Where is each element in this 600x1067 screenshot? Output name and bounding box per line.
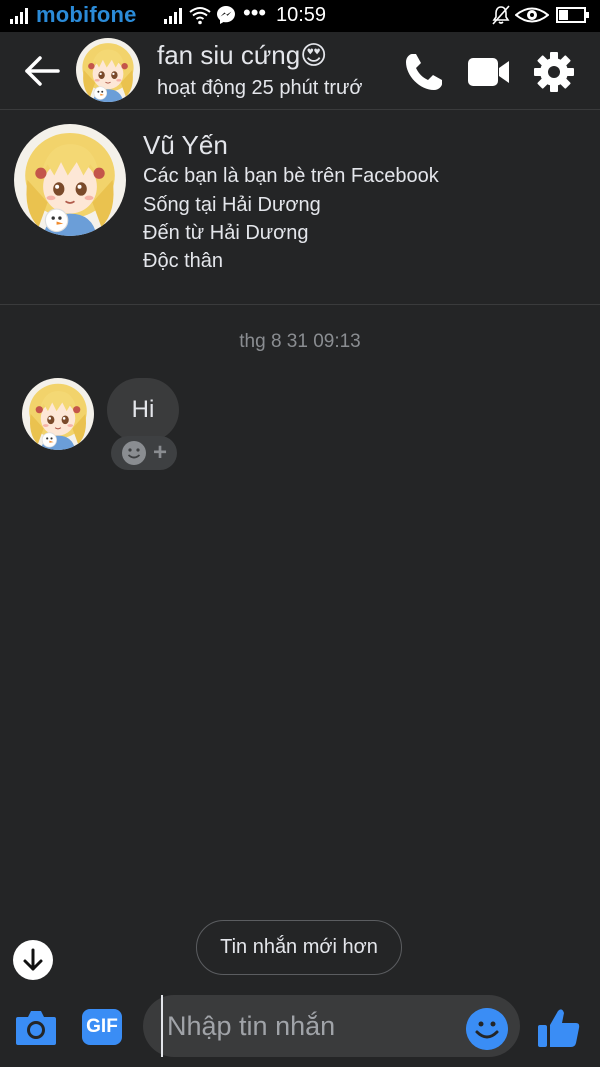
clock: 10:59: [276, 4, 327, 26]
carrier-name: mobifone: [36, 2, 137, 27]
profile-lives-in: Sống tại Hải Dương: [143, 194, 321, 216]
conversation-header: fan siu cứng😍 hoạt động 25 phút trướ: [0, 32, 600, 110]
profile-name: Vũ Yến: [143, 130, 228, 160]
smiley-icon: [121, 441, 146, 465]
back-arrow-icon[interactable]: [22, 54, 62, 88]
mute-bell-icon: [492, 5, 510, 25]
scroll-down-button[interactable]: [13, 940, 53, 980]
profile-from: Đến từ Hải Dương: [143, 222, 309, 244]
battery-icon: [556, 7, 589, 23]
contact-name[interactable]: fan siu cứng😍: [157, 40, 327, 71]
active-status: hoạt động 25 phút trướ: [157, 77, 363, 99]
eye-icon: [515, 7, 549, 23]
profile-card: Vũ Yến Các bạn là bạn bè trên Facebook S…: [0, 110, 600, 305]
video-camera-icon[interactable]: [466, 50, 510, 94]
profile-relationship: Độc thân: [143, 250, 224, 272]
profile-avatar[interactable]: [14, 124, 126, 236]
avatar[interactable]: [76, 38, 140, 102]
plus-icon: +: [152, 439, 167, 466]
messenger-icon: [217, 6, 235, 24]
message-input-container: [143, 995, 520, 1057]
add-reaction-button[interactable]: +: [111, 436, 177, 470]
camera-icon[interactable]: [14, 1007, 58, 1047]
phone-icon[interactable]: [402, 50, 446, 94]
signal-icon: [164, 8, 182, 24]
newer-messages-button[interactable]: Tin nhắn mới hơn: [196, 920, 402, 975]
signal-icon: [10, 8, 28, 24]
message-timestamp: thg 8 31 09:13: [239, 331, 361, 352]
wifi-icon: [189, 7, 211, 25]
emoji-icon[interactable]: [466, 1008, 508, 1050]
thumbs-up-icon[interactable]: [536, 1005, 582, 1051]
message-bubble[interactable]: Hi: [107, 378, 179, 442]
sender-avatar[interactable]: [22, 378, 94, 450]
gif-button[interactable]: GIF: [82, 1009, 122, 1045]
status-bar: mobifone ••• 10:59: [0, 0, 600, 32]
overflow-dots: •••: [243, 0, 267, 25]
profile-friends-line: Các bạn là bạn bè trên Facebook: [143, 165, 439, 187]
arrow-down-icon: [23, 948, 43, 971]
message-input[interactable]: [161, 995, 451, 1057]
composer-bar: GIF: [0, 985, 600, 1067]
gear-icon[interactable]: [532, 50, 576, 94]
